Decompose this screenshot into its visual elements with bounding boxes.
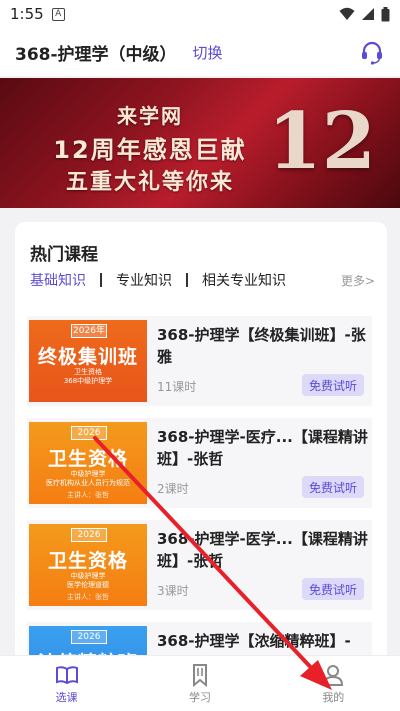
thumb-year: 2026年 [71, 324, 107, 338]
thumb-year: 2026 [71, 426, 107, 440]
course-lessons: 2课时 [157, 482, 189, 496]
course-info: 368-护理学-医疗...【课程精讲班】-张哲 2课时 免费试听 [147, 418, 372, 508]
signal-icon [362, 8, 374, 20]
thumb-subtitle-line: 368中级护理学 [63, 377, 113, 385]
tab-professional-knowledge[interactable]: 专业知识 [116, 270, 172, 290]
banner-number: 12 [267, 96, 376, 187]
thumb-subtitle: 中级护理学 医疗机构从业人员行为规范 [29, 470, 147, 488]
thumb-subtitle: 卫生资格 368中级护理学 [29, 368, 147, 386]
course-title: 368-护理学-医学...【课程精讲班】-张哲 [157, 530, 368, 570]
tab-basic-knowledge[interactable]: 基础知识 [30, 270, 86, 290]
course-thumbnail: 2026年 终极集训班 卫生资格 368中级护理学 [29, 320, 147, 402]
free-trial-button[interactable]: 免费试听 [302, 476, 364, 498]
free-trial-button[interactable]: 免费试听 [302, 578, 364, 600]
course-info: 368-护理学【终极集训班】-张雅 11课时 免费试听 [147, 316, 372, 406]
thumb-title: 卫生资格 [47, 448, 128, 470]
thumb-teacher: 主讲人：张哲 [67, 593, 109, 601]
banner-line-3: 五重大礼等你来 [65, 170, 234, 195]
course-title: 368-护理学【终极集训班】-张雅 [157, 326, 366, 366]
battery-icon [381, 6, 390, 21]
banner-line-1: 来学网 [117, 104, 183, 128]
hot-courses-card: 热门课程 基础知识 专业知识 相关专业知识 更多> 2026年 终极集训班 卫生… [15, 222, 387, 662]
banner-line-2: 12周年感恩巨献 [53, 136, 247, 164]
promo-banner[interactable]: 来学网 12周年感恩巨献 五重大礼等你来 12 [0, 78, 400, 208]
course-tabs: 基础知识 专业知识 相关专业知识 更多> [30, 268, 375, 292]
top-bar: 368-护理学（中级） 切换 [0, 28, 400, 76]
tab-divider [186, 273, 188, 287]
nav-item-study[interactable]: 学习 [133, 656, 266, 711]
thumb-year: 2026 [71, 630, 107, 644]
status-indicators [339, 6, 390, 22]
switch-exam-button[interactable]: 切换 [193, 42, 223, 63]
thumb-subtitle-line: 卫生资格 [74, 368, 102, 376]
status-bar: 1:55 A [0, 0, 400, 28]
thumb-year: 2026 [71, 528, 107, 542]
nav-item-mine[interactable]: 我的 [267, 656, 400, 711]
course-item[interactable]: 2026 卫生资格 中级护理学 医疗机构从业人员行为规范 主讲人：张哲 368-… [27, 418, 372, 508]
notification-icon: A [51, 7, 65, 21]
tab-divider [100, 273, 102, 287]
thumb-subtitle: 中级护理学 医学伦理道德 [29, 572, 147, 590]
course-lessons: 11课时 [157, 380, 197, 394]
nav-label: 学习 [188, 690, 211, 704]
page-title: 368-护理学（中级） [15, 44, 177, 65]
course-thumbnail: 2026 卫生资格 中级护理学 医学伦理道德 主讲人：张哲 [29, 524, 147, 606]
nav-label: 选课 [55, 690, 78, 704]
free-trial-button[interactable]: 免费试听 [302, 374, 364, 396]
thumb-subtitle-line: 医疗机构从业人员行为规范 [46, 479, 130, 487]
thumb-subtitle-line: 中级护理学 [70, 470, 106, 478]
section-title: 热门课程 [30, 245, 98, 265]
thumb-title: 卫生资格 [47, 550, 128, 572]
user-icon [323, 664, 344, 686]
wifi-icon [339, 7, 355, 20]
book-open-icon [55, 665, 78, 684]
course-info: 368-护理学-医学...【课程精讲班】-张哲 3课时 免费试听 [147, 520, 372, 610]
more-link[interactable]: 更多> [341, 272, 375, 289]
tab-related-knowledge[interactable]: 相关专业知识 [202, 270, 286, 290]
status-time: 1:55 [10, 5, 44, 23]
thumb-title: 终极集训班 [37, 346, 138, 368]
thumb-teacher: 主讲人：张哲 [67, 491, 109, 499]
nav-item-courses[interactable]: 选课 [0, 656, 133, 711]
thumb-subtitle-line: 中级护理学 [70, 572, 106, 580]
nav-label: 我的 [322, 690, 345, 704]
course-item[interactable]: 2026年 终极集训班 卫生资格 368中级护理学 368-护理学【终极集训班】… [27, 316, 372, 406]
course-lessons: 3课时 [157, 584, 189, 598]
course-thumbnail: 2026 卫生资格 中级护理学 医疗机构从业人员行为规范 主讲人：张哲 [29, 422, 147, 504]
course-item[interactable]: 2026 卫生资格 中级护理学 医学伦理道德 主讲人：张哲 368-护理学-医学… [27, 520, 372, 610]
headset-icon[interactable] [359, 39, 385, 65]
bottom-nav: 选课 学习 我的 [0, 655, 400, 711]
thumb-subtitle-line: 医学伦理道德 [67, 581, 109, 589]
course-title: 368-护理学-医疗...【课程精讲班】-张哲 [157, 428, 368, 468]
bookmark-icon [192, 663, 207, 687]
